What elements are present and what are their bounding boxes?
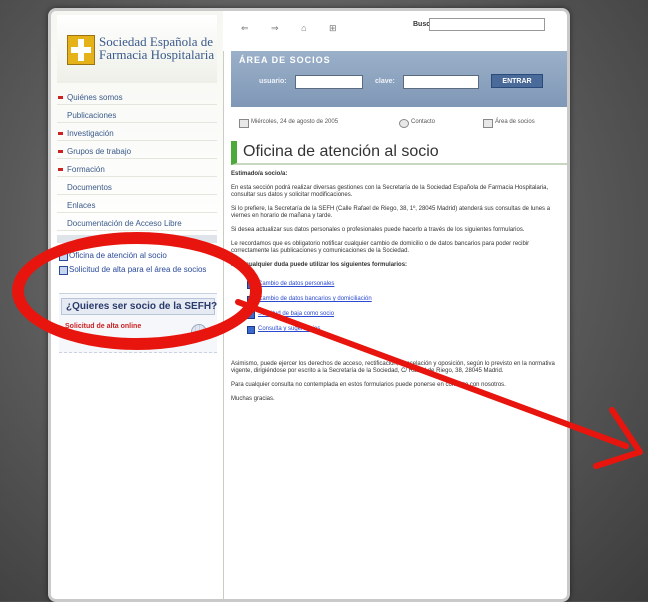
- highlight-arrow: [235, 299, 643, 469]
- arrow-shaft: [235, 299, 629, 449]
